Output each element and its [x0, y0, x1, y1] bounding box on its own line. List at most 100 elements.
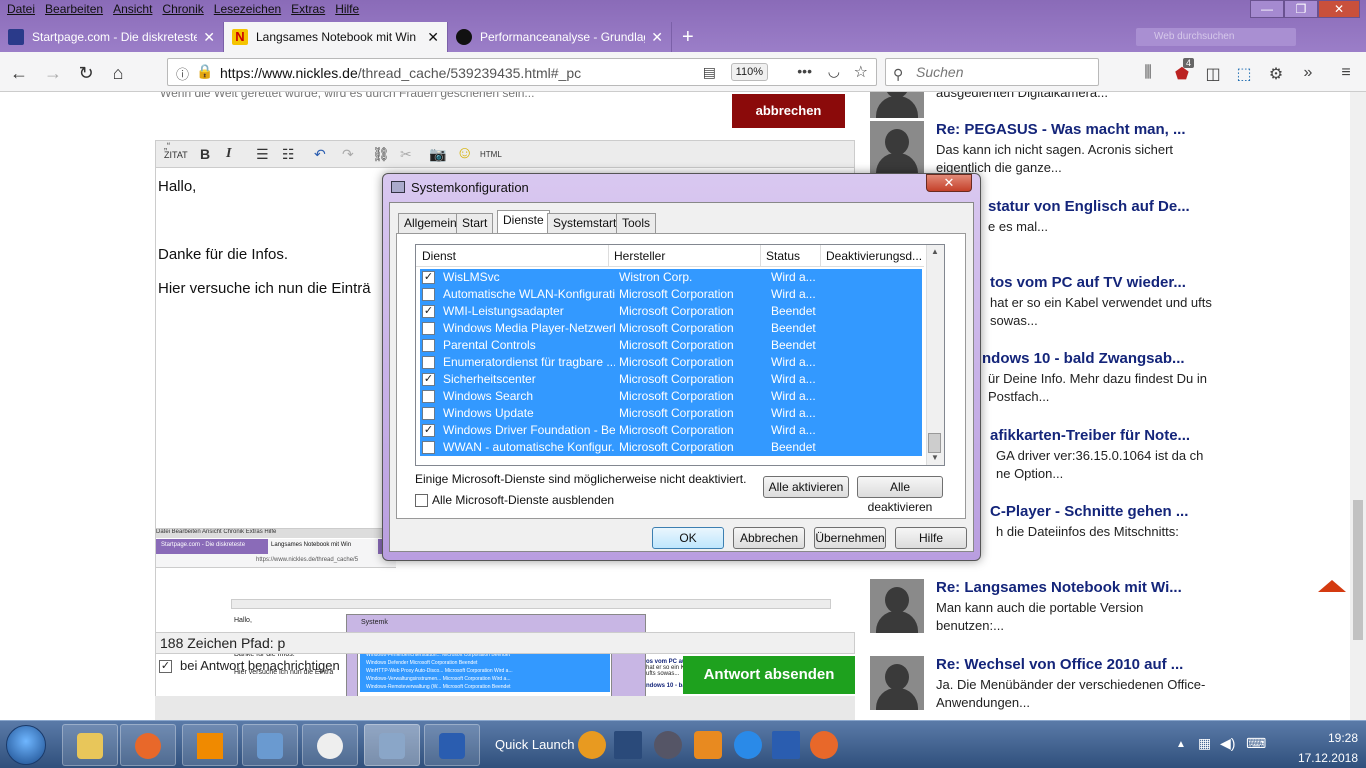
dialog-close-button[interactable]: ✕: [926, 174, 972, 192]
menu-lesezeichen[interactable]: Lesezeichen: [209, 0, 286, 20]
tab-dienste[interactable]: Dienste: [497, 210, 550, 234]
apply-button[interactable]: Übernehmen: [814, 527, 886, 549]
reader-view-icon[interactable]: ▤: [703, 64, 716, 81]
smiley-icon[interactable]: ☺: [456, 143, 473, 163]
library-icon[interactable]: ⫼: [1138, 64, 1158, 82]
numbered-list-icon[interactable]: ☷: [282, 146, 295, 163]
tab-start[interactable]: Start: [456, 213, 494, 233]
taskbar-compass[interactable]: [302, 724, 358, 766]
undo-icon[interactable]: ↶: [314, 146, 326, 163]
column-header[interactable]: Deaktivierungsd...: [826, 249, 922, 263]
menu-chronik[interactable]: Chronik: [157, 0, 208, 20]
bold-button[interactable]: B: [200, 146, 210, 162]
reload-icon[interactable]: ↻: [75, 62, 97, 84]
post-title[interactable]: Re: Langsames Notebook mit Wi...: [936, 579, 1182, 596]
scroll-up-icon[interactable]: ▲: [931, 247, 939, 256]
tray-expand-icon[interactable]: ▲: [1176, 739, 1186, 750]
language-icon[interactable]: ⌨: [1246, 735, 1266, 752]
list-scrollbar[interactable]: ▲ ▼: [926, 245, 944, 465]
search-input[interactable]: Suchen: [885, 58, 1099, 86]
service-checkbox[interactable]: ✓: [422, 271, 435, 284]
app-icon[interactable]: [654, 731, 682, 759]
page-scrollbar-thumb[interactable]: [1353, 500, 1363, 640]
menu-bearbeiten[interactable]: Bearbeiten: [40, 0, 108, 20]
link-icon[interactable]: ⛓: [372, 146, 390, 163]
column-header[interactable]: Hersteller: [614, 249, 665, 263]
service-row[interactable]: Windows Search Microsoft Corporation Wird …: [420, 388, 922, 405]
post-item[interactable]: Re: Wechsel von Office 2010 auf ... Ja. …: [870, 656, 1350, 720]
help-button[interactable]: Hilfe: [895, 527, 967, 549]
tab-startpage[interactable]: Startpage.com - Die diskreteste ✕: [0, 22, 224, 52]
maximize-button[interactable]: ❐: [1284, 0, 1318, 18]
scroll-to-top-icon[interactable]: [1318, 580, 1346, 592]
page-actions-icon[interactable]: •••: [797, 63, 812, 79]
post-title[interactable]: C-Player - Schnitte gehen ...: [990, 503, 1188, 520]
tab-nickles[interactable]: N Langsames Notebook mit Win ✕: [224, 22, 448, 52]
internet-explorer-icon[interactable]: [734, 731, 762, 759]
ok-button[interactable]: OK: [652, 527, 724, 549]
redo-icon[interactable]: ↷: [342, 146, 354, 163]
home-icon[interactable]: ⌂: [107, 62, 129, 84]
service-checkbox[interactable]: [422, 322, 435, 335]
service-checkbox[interactable]: [422, 407, 435, 420]
column-header[interactable]: Status: [766, 249, 800, 263]
firefox-icon[interactable]: [810, 731, 838, 759]
tab-systemstart[interactable]: Systemstart: [547, 213, 623, 233]
send-reply-button[interactable]: Antwort absenden: [683, 656, 855, 694]
services-list[interactable]: Dienst Hersteller Status Deaktivierungsd…: [415, 244, 945, 466]
tab-performance[interactable]: Performanceanalyse - Grundlag ✕: [448, 22, 672, 52]
tab-tools[interactable]: Tools: [616, 213, 657, 233]
post-title[interactable]: Re: Wechsel von Office 2010 auf ...: [936, 656, 1183, 673]
service-row[interactable]: ✓ Windows Driver Foundation - Be... Micros…: [420, 422, 922, 439]
bullet-list-icon[interactable]: ☰: [256, 146, 269, 163]
close-tab-icon[interactable]: ✕: [427, 29, 439, 46]
italic-button[interactable]: I: [226, 146, 231, 162]
service-checkbox[interactable]: [422, 441, 435, 454]
screenshot-icon[interactable]: ⬚: [1234, 64, 1254, 84]
taskbar-msconfig[interactable]: [364, 724, 420, 766]
post-title[interactable]: tos vom PC auf TV wieder...: [990, 274, 1186, 291]
post-title[interactable]: statur von Englisch auf De...: [988, 198, 1190, 215]
notify-checkbox[interactable]: ✓: [159, 660, 172, 674]
service-checkbox[interactable]: ✓: [422, 424, 435, 437]
close-window-button[interactable]: ✕: [1318, 0, 1360, 18]
service-row[interactable]: Automatische WLAN-Konfiguration Microsoft…: [420, 286, 922, 303]
forward-icon[interactable]: →: [42, 62, 64, 84]
service-row[interactable]: Windows Update Microsoft Corporation Wird …: [420, 405, 922, 422]
column-header[interactable]: Dienst: [422, 249, 456, 263]
disable-all-button[interactable]: Alle deaktivieren: [857, 476, 943, 514]
service-row[interactable]: ✓ WisLMSvc Wistron Corp. Wird a...: [420, 269, 922, 286]
taskbar-vlc[interactable]: [182, 724, 238, 766]
network-icon[interactable]: ▦: [1198, 735, 1211, 752]
info-icon[interactable]: ⓘ: [176, 64, 189, 83]
bitdefender-icon[interactable]: [578, 731, 606, 759]
taskbar-firefox[interactable]: [120, 724, 176, 766]
desktop-icon[interactable]: [614, 731, 642, 759]
post-title[interactable]: afikkarten-Treiber für Note...: [990, 427, 1190, 444]
service-row[interactable]: ✓ Sicherheitscenter Microsoft Corporation W…: [420, 371, 922, 388]
menu-ansicht[interactable]: Ansicht: [108, 0, 157, 20]
hide-ms-services-option[interactable]: Alle Microsoft-Dienste ausblenden: [415, 493, 614, 508]
post-title[interactable]: ndows 10 - bald Zwangsab...: [982, 350, 1185, 367]
overflow-icon[interactable]: »: [1298, 64, 1318, 82]
start-button[interactable]: [6, 725, 46, 765]
menu-hilfe[interactable]: Hilfe: [330, 0, 364, 20]
outlook-icon[interactable]: [694, 731, 722, 759]
service-checkbox[interactable]: [422, 288, 435, 301]
url-bar[interactable]: ⓘ 🔒 https://www.nickles.de/thread_cache/…: [167, 58, 877, 86]
notify-option[interactable]: ✓ bei Antwort benachrichtigen: [159, 658, 340, 674]
extension-icon[interactable]: ⚙: [1266, 64, 1286, 84]
clock[interactable]: 19:28 17.12.2018: [1298, 727, 1358, 765]
close-tab-icon[interactable]: ✕: [203, 29, 215, 46]
menu-datei[interactable]: Datei: [2, 0, 40, 20]
service-row[interactable]: Enumeratordienst für tragbare ... Microso…: [420, 354, 922, 371]
post-item[interactable]: Re: Langsames Notebook mit Wi... Man kan…: [870, 579, 1350, 649]
taskbar-control-panel[interactable]: [242, 724, 298, 766]
service-row[interactable]: ✓ WMI-Leistungsadapter Microsoft Corporati…: [420, 303, 922, 320]
cancel-button[interactable]: Abbrechen: [733, 527, 805, 549]
unlink-icon[interactable]: ✂: [400, 146, 412, 163]
service-checkbox[interactable]: ✓: [422, 373, 435, 386]
cancel-reply-button[interactable]: abbrechen: [732, 94, 845, 128]
quote-button[interactable]: „“ ZITAT: [164, 142, 188, 160]
list-scrollbar-thumb[interactable]: [928, 433, 941, 453]
